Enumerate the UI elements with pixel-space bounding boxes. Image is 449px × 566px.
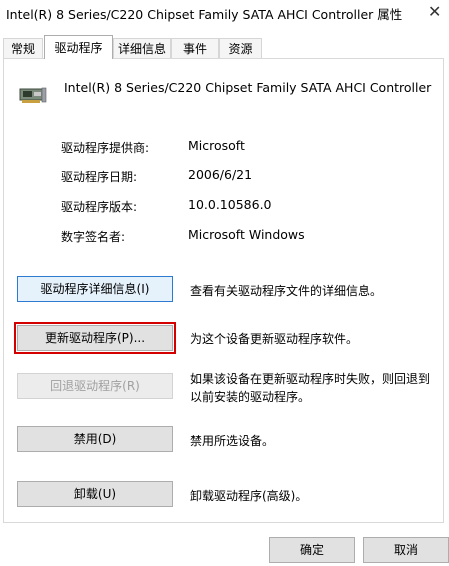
cancel-button[interactable]: 取消	[363, 537, 449, 563]
update-driver-description: 为这个设备更新驱动程序软件。	[190, 332, 359, 346]
date-value: 2006/6/21	[188, 167, 253, 182]
tab-driver[interactable]: 驱动程序	[44, 35, 113, 59]
tab-general[interactable]: 常规	[3, 38, 43, 58]
provider-label: 驱动程序提供商:	[61, 141, 150, 155]
update-driver-button[interactable]: 更新驱动程序(P)...	[14, 322, 176, 354]
tab-details[interactable]: 详细信息	[113, 38, 171, 58]
uninstall-driver-description: 卸载驱动程序(高级)。	[190, 489, 308, 503]
window-title: Intel(R) 8 Series/C220 Chipset Family SA…	[6, 7, 403, 22]
tab-events[interactable]: 事件	[171, 38, 219, 58]
rollback-driver-description: 如果该设备在更新驱动程序时失败，则回退到以前安装的驱动程序。	[190, 372, 431, 404]
driver-details-button[interactable]: 驱动程序详细信息(I)	[17, 276, 173, 302]
tab-resources[interactable]: 资源	[219, 38, 262, 58]
controller-card-icon	[19, 87, 47, 103]
date-label: 驱动程序日期:	[61, 170, 138, 184]
tab-strip: 常规 驱动程序 详细信息 事件 资源	[0, 35, 449, 59]
ok-button[interactable]: 确定	[269, 537, 355, 563]
version-label: 驱动程序版本:	[61, 200, 138, 214]
signer-value: Microsoft Windows	[188, 227, 305, 242]
driver-details-description: 查看有关驱动程序文件的详细信息。	[190, 284, 383, 298]
disable-device-button[interactable]: 禁用(D)	[17, 426, 173, 452]
device-name: Intel(R) 8 Series/C220 Chipset Family SA…	[64, 80, 432, 95]
close-icon[interactable]: ✕	[428, 2, 441, 21]
rollback-driver-button[interactable]: 回退驱动程序(R)	[17, 373, 173, 399]
uninstall-driver-button[interactable]: 卸载(U)	[17, 481, 173, 507]
signer-label: 数字签名者:	[61, 230, 126, 244]
disable-device-description: 禁用所选设备。	[190, 434, 275, 448]
version-value: 10.0.10586.0	[188, 197, 272, 212]
provider-value: Microsoft	[188, 138, 245, 153]
title-bar: Intel(R) 8 Series/C220 Chipset Family SA…	[0, 0, 449, 27]
